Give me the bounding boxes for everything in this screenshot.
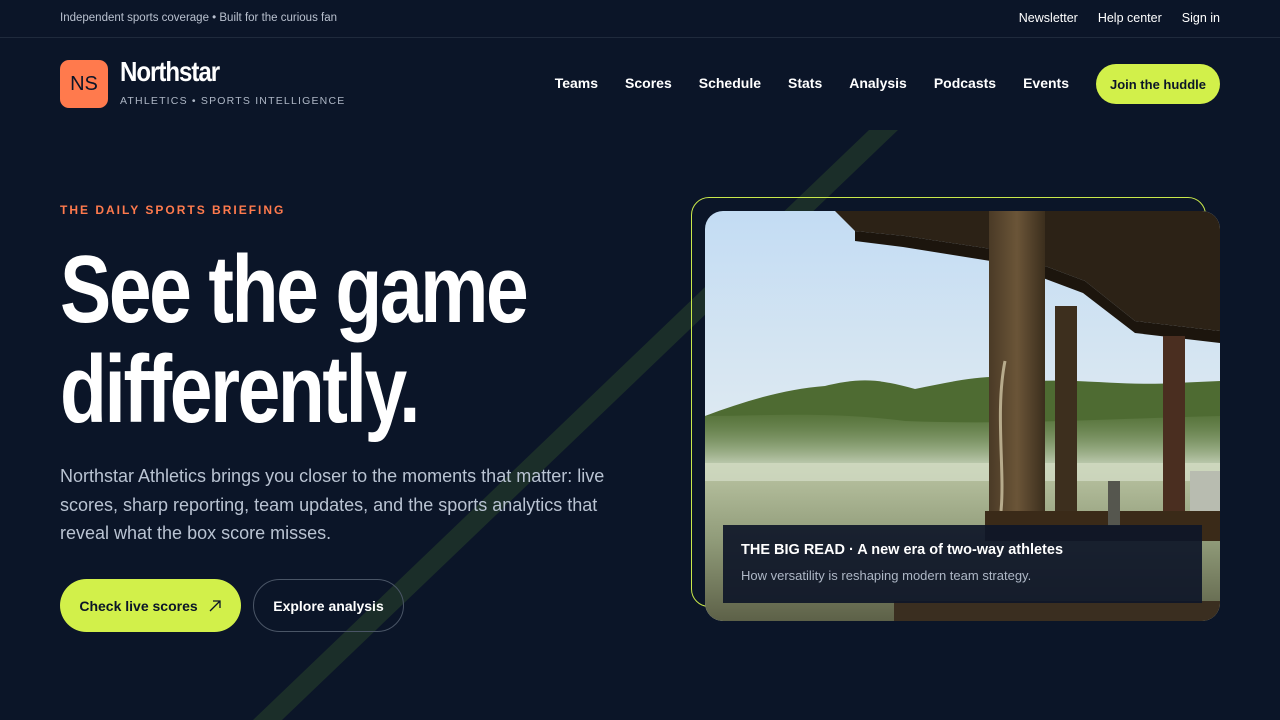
help-center-link[interactable]: Help center (1098, 11, 1162, 25)
site-tagline: Independent sports coverage • Built for … (60, 12, 337, 24)
nav-item-schedule[interactable]: Schedule (699, 75, 761, 91)
brand-name[interactable]: Northstar (120, 56, 220, 88)
check-live-scores-label: Check live scores (79, 597, 198, 614)
feature-caption-title: THE BIG READ · A new era of two-way athl… (741, 542, 1064, 558)
hero-description: Northstar Athletics brings you closer to… (60, 466, 605, 543)
logo-badge[interactable]: NS (60, 60, 108, 108)
hero-headline: See the game differently. (60, 240, 556, 440)
nav-item-stats[interactable]: Stats (788, 75, 822, 91)
nav-item-podcasts[interactable]: Podcasts (934, 75, 996, 91)
explore-analysis-button[interactable]: Explore analysis (253, 579, 404, 632)
hero-headline-line-2: differently. (60, 336, 420, 443)
check-live-scores-button[interactable]: Check live scores (60, 579, 241, 632)
feature-caption[interactable]: THE BIG READ · A new era of two-way athl… (723, 525, 1202, 603)
nav-item-scores[interactable]: Scores (625, 75, 672, 91)
nav-item-teams[interactable]: Teams (555, 75, 598, 91)
nav-item-analysis[interactable]: Analysis (849, 75, 907, 91)
brand-subtitle: ATHLETICS • SPORTS INTELLIGENCE (120, 95, 346, 107)
top-utility-bar: Independent sports coverage • Built for … (0, 0, 1280, 38)
main-nav: Teams Scores Schedule Stats Analysis Pod… (555, 75, 1069, 91)
nav-item-events[interactable]: Events (1023, 75, 1069, 91)
hero-eyebrow: THE DAILY SPORTS BRIEFING (60, 203, 286, 217)
hero-headline-line-1: See the game (60, 236, 529, 343)
arrow-up-right-icon (209, 599, 221, 611)
utility-links: Newsletter Help center Sign in (1019, 11, 1220, 25)
feature-caption-subtitle: How versatility is reshaping modern team… (741, 568, 1032, 583)
join-the-huddle-button[interactable]: Join the huddle (1096, 64, 1220, 104)
sign-in-link[interactable]: Sign in (1182, 11, 1220, 25)
newsletter-link[interactable]: Newsletter (1019, 11, 1078, 25)
